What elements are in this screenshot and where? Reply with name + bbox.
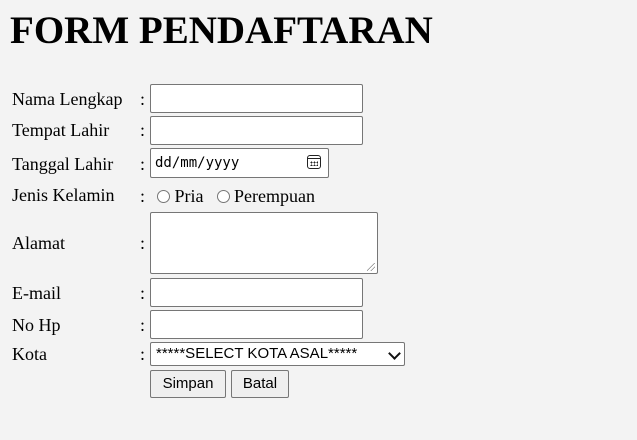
label-tempat-lahir: Tempat Lahir [12, 120, 110, 140]
page-title: FORM PENDAFTARAN [10, 9, 433, 52]
label-jenis-kelamin: Jenis Kelamin [12, 185, 115, 205]
tempat-lahir-input[interactable] [150, 116, 363, 145]
colon: : [140, 233, 146, 253]
label-nama-lengkap: Nama Lengkap [12, 89, 123, 109]
label-email: E-mail [12, 283, 61, 303]
alamat-textarea[interactable] [150, 212, 378, 274]
calendar-icon[interactable] [307, 155, 321, 169]
colon: : [140, 344, 146, 364]
colon: : [140, 283, 146, 303]
label-kota: Kota [12, 344, 47, 364]
colon: : [140, 154, 146, 174]
colon: : [140, 315, 146, 335]
radio-label-perempuan: Perempuan [234, 186, 315, 206]
colon: : [140, 120, 146, 140]
chevron-down-icon [388, 347, 401, 360]
date-placeholder: dd/mm/yyyy [155, 155, 240, 171]
kota-select[interactable]: *****SELECT KOTA ASAL***** [150, 342, 405, 366]
label-tanggal-lahir: Tanggal Lahir [12, 154, 114, 174]
nama-lengkap-input[interactable] [150, 84, 363, 113]
jenis-kelamin-radio-group: Pria Perempuan [157, 185, 315, 207]
label-alamat: Alamat [12, 233, 65, 253]
radio-perempuan[interactable] [216, 190, 230, 203]
resize-handle-icon[interactable] [367, 263, 375, 271]
simpan-button[interactable]: Simpan [150, 370, 226, 398]
colon: : [140, 89, 146, 109]
radio-label-pria: Pria [174, 186, 204, 206]
email-input[interactable] [150, 278, 363, 307]
tanggal-lahir-input[interactable]: dd/mm/yyyy [150, 148, 329, 178]
colon: : [140, 186, 146, 206]
label-no-hp: No Hp [12, 315, 61, 335]
no-hp-input[interactable] [150, 310, 363, 339]
batal-button[interactable]: Batal [231, 370, 289, 398]
kota-selected-value: *****SELECT KOTA ASAL***** [156, 345, 358, 362]
radio-pria[interactable] [157, 190, 170, 203]
